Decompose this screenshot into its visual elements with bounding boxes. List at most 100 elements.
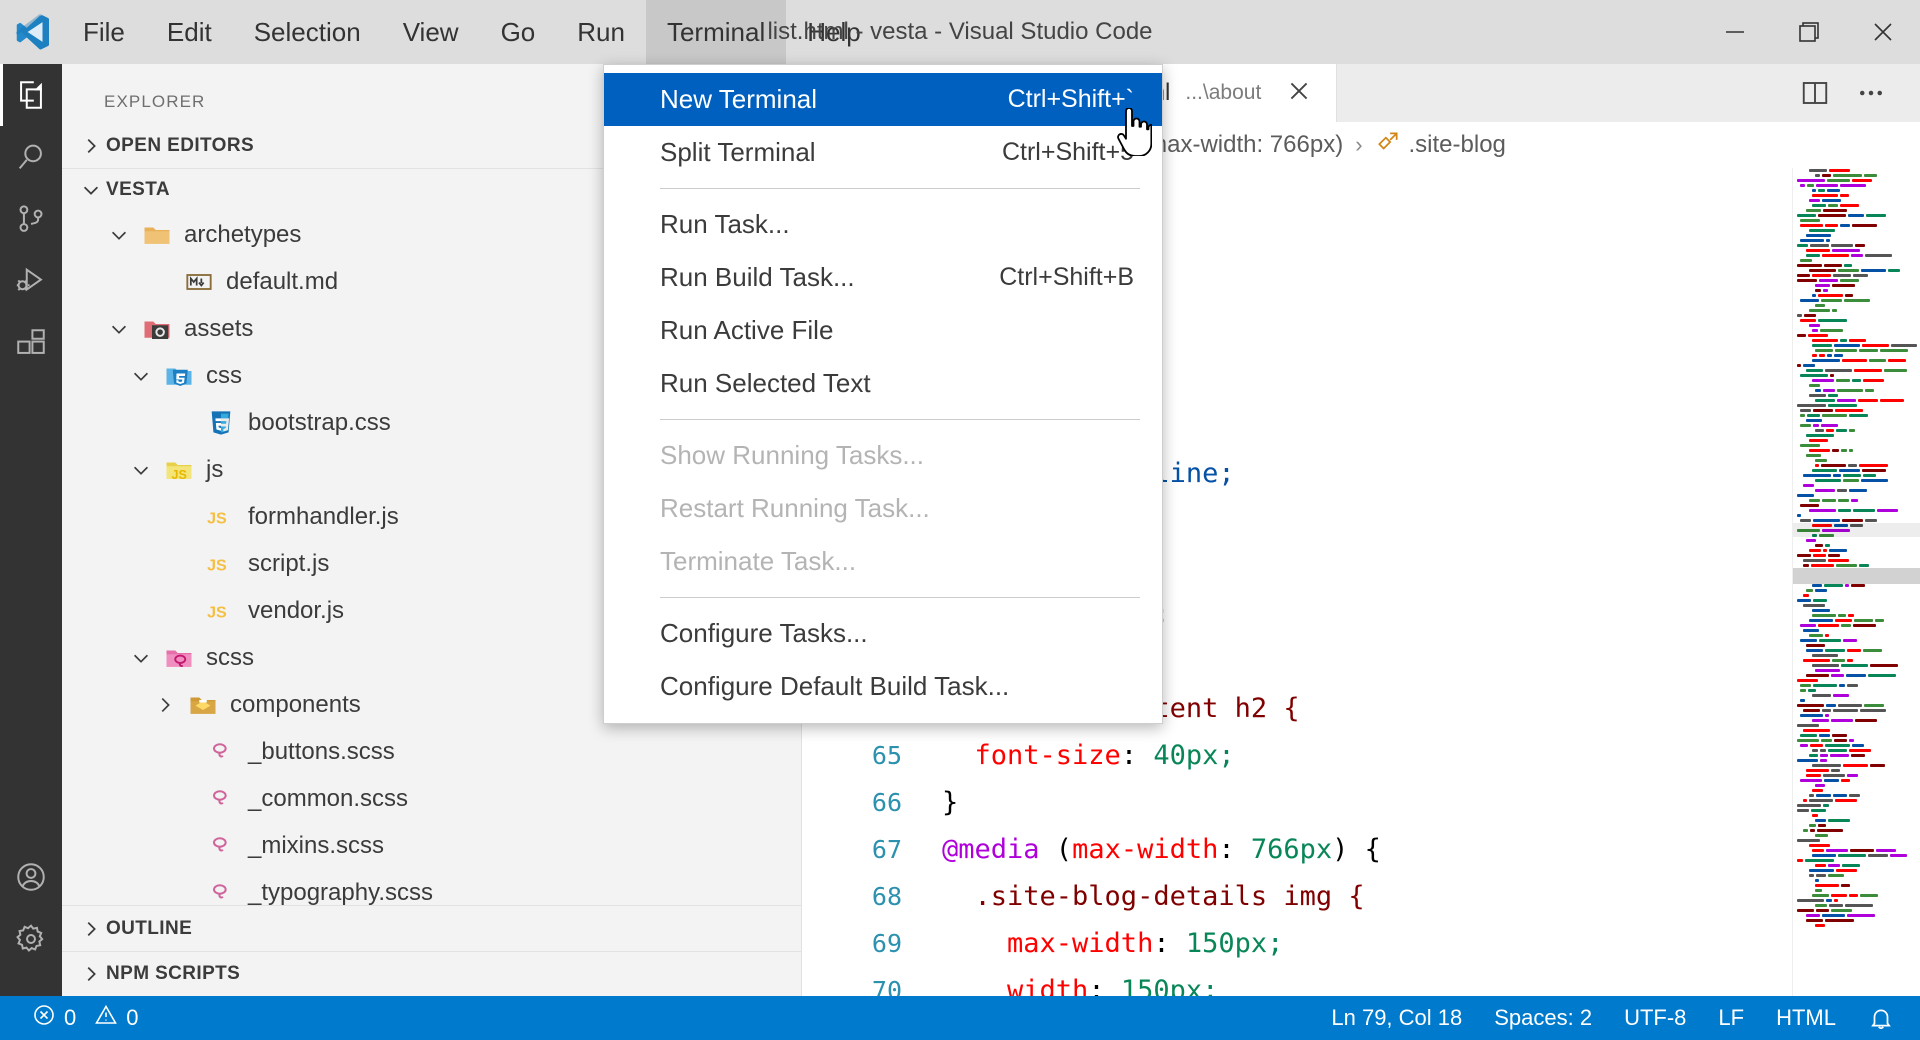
explorer-icon[interactable] [0, 64, 62, 126]
minimap-segment [1825, 649, 1845, 652]
minimap-segment [1797, 724, 1819, 727]
code-token: 150px; [1120, 975, 1219, 996]
menu-separator [660, 419, 1140, 420]
split-editor-icon[interactable] [1792, 70, 1838, 116]
minimap-segment [1833, 174, 1862, 177]
menu-selection[interactable]: Selection [233, 0, 382, 64]
minimap-segment [1841, 779, 1850, 782]
breadcrumb-item-selector[interactable]: .site-blog [1375, 129, 1506, 162]
source-control-icon[interactable] [0, 188, 62, 250]
problems-status[interactable]: 0 0 [16, 996, 155, 1040]
minimap-segment [1839, 469, 1860, 472]
maximize-restore-button[interactable] [1772, 0, 1846, 64]
minimap-segment [1797, 804, 1821, 807]
minimap-segment [1803, 829, 1808, 832]
tree-row-common-scss[interactable]: _common.scss [62, 775, 801, 822]
code-line[interactable]: font-size: 40px; [942, 732, 1792, 779]
code-line[interactable]: } [942, 779, 1792, 826]
section-outline[interactable]: OUTLINE [62, 905, 801, 951]
minimap-segment [1809, 394, 1826, 397]
menu-edit[interactable]: Edit [146, 0, 233, 64]
folder-scss-icon [158, 643, 200, 673]
tab-description: ...\about [1185, 81, 1262, 104]
run-debug-icon[interactable] [0, 250, 62, 312]
minimap-scrollbar[interactable] [1793, 568, 1920, 584]
search-icon[interactable] [0, 126, 62, 188]
minimap-segment [1832, 449, 1839, 452]
minimap-segment [1835, 409, 1863, 412]
menu-run[interactable]: Run [556, 0, 646, 64]
menu-item-configure-tasks[interactable]: Configure Tasks... [604, 607, 1162, 660]
menu-item-run-build-task[interactable]: Run Build Task... Ctrl+Shift+B [604, 251, 1162, 304]
account-icon[interactable] [0, 846, 62, 908]
language-mode[interactable]: HTML [1760, 996, 1852, 1040]
minimap-segment [1803, 799, 1807, 802]
menu-help[interactable]: Help [786, 0, 881, 64]
eol[interactable]: LF [1702, 996, 1760, 1040]
code-line[interactable]: .site-blog-details img { [942, 873, 1792, 920]
minimap-segment [1828, 394, 1838, 397]
code-line[interactable]: max-width: 150px; [942, 920, 1792, 967]
minimap-segment [1809, 549, 1821, 552]
minimap-segment [1835, 619, 1852, 622]
minimap-segment [1860, 894, 1878, 897]
scss-icon [200, 832, 242, 860]
chevron-down-icon [102, 224, 136, 246]
markdown-icon [178, 268, 220, 296]
minimap-segment [1818, 319, 1847, 322]
minimap-segment [1828, 874, 1844, 877]
section-npm-scripts[interactable]: NPM SCRIPTS [62, 950, 801, 996]
minimap-segment [1863, 649, 1882, 652]
code-token: 40px; [1153, 740, 1235, 771]
code-token: : [1088, 975, 1121, 996]
code-line[interactable]: @media (max-width: 766px) { [942, 826, 1792, 873]
minimap-segment [1812, 329, 1818, 332]
bell-icon[interactable] [1852, 996, 1910, 1040]
menu-terminal[interactable]: Terminal [645, 0, 787, 64]
gear-icon[interactable] [0, 908, 62, 970]
menu-item-configure-default-build-task[interactable]: Configure Default Build Task... [604, 660, 1162, 713]
encoding[interactable]: UTF-8 [1608, 996, 1702, 1040]
minimap-segment [1815, 884, 1839, 887]
minimap-slider[interactable] [1793, 523, 1920, 537]
minimap-segment [1809, 384, 1820, 387]
extensions-icon[interactable] [0, 312, 62, 374]
menu-go[interactable]: Go [480, 0, 557, 64]
minimap-segment [1865, 519, 1877, 522]
tree-row-buttons-scss[interactable]: _buttons.scss [62, 728, 801, 775]
menu-item-split-terminal[interactable]: Split Terminal Ctrl+Shift+5 [604, 126, 1162, 179]
tree-row-mixins-scss[interactable]: _mixins.scss [62, 822, 801, 869]
terminal-menu-dropdown[interactable]: New Terminal Ctrl+Shift+` Split Terminal Ct… [603, 64, 1163, 724]
menu-item-new-terminal[interactable]: New Terminal Ctrl+Shift+` [604, 73, 1162, 126]
minimap-segment [1870, 664, 1898, 667]
minimap-segment [1806, 539, 1816, 542]
folder-assets-icon [136, 314, 178, 344]
minimap-segment [1823, 804, 1829, 807]
indentation[interactable]: Spaces: 2 [1478, 996, 1608, 1040]
more-actions-icon[interactable] [1848, 70, 1894, 116]
menu-view[interactable]: View [382, 0, 480, 64]
open-editors-label: OPEN EDITORS [106, 134, 255, 156]
cursor-position[interactable]: Ln 79, Col 18 [1315, 996, 1478, 1040]
minimap-segment [1803, 629, 1819, 632]
menu-item-run-selected-text[interactable]: Run Selected Text [604, 357, 1162, 410]
minimap-segment [1815, 834, 1828, 837]
tree-label: _mixins.scss [248, 831, 385, 859]
minimize-button[interactable] [1698, 0, 1772, 64]
menu-item-run-task[interactable]: Run Task... [604, 198, 1162, 251]
code-token: 766px [1250, 834, 1333, 865]
code-line[interactable]: width: 150px; [942, 967, 1792, 996]
close-icon[interactable] [1286, 78, 1312, 108]
js-icon: JS [200, 550, 242, 578]
minimap-segment [1861, 269, 1886, 272]
tree-row-typography-scss[interactable]: _typography.scss [62, 869, 801, 905]
minimap[interactable] [1792, 168, 1920, 996]
minimap-segment [1815, 924, 1825, 927]
menu-item-run-active-file[interactable]: Run Active File [604, 304, 1162, 357]
menu-file[interactable]: File [62, 0, 146, 64]
minimap-segment [1880, 399, 1904, 402]
minimap-segment [1812, 189, 1816, 192]
chevron-down-icon [76, 179, 106, 201]
close-button[interactable] [1846, 0, 1920, 64]
minimap-segment [1846, 674, 1866, 677]
